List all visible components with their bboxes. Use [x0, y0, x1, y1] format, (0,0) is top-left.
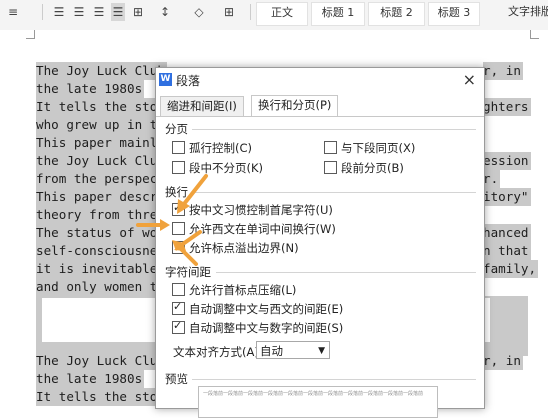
align-justify-icon[interactable]: ☰ [111, 3, 125, 21]
allow-punct-overflow-checkbox[interactable]: 允许标点溢出边界(N) [172, 238, 299, 256]
section-line-break: 换行 [165, 185, 188, 199]
doc-line: family, [483, 260, 539, 278]
paragraph-dialog: W 段落 × 缩进和间距(I) 换行和分页(P) 分页 孤行控制(C) 与下段同… [155, 67, 485, 418]
text-layout-button[interactable]: 文字排版 [500, 2, 548, 24]
keep-with-next-checkbox[interactable]: 与下段同页(X) [324, 140, 415, 156]
style-preview-glyph: ー [336, 0, 348, 6]
doc-line: r, in [483, 352, 523, 370]
dialog-title-bar[interactable]: W 段落 × [156, 68, 484, 92]
align-center-icon[interactable]: ☰ [72, 3, 86, 21]
margin-mark [530, 30, 539, 39]
allow-word-wrap-checkbox[interactable]: 允许西文在单词中间换行(W) [172, 221, 336, 237]
checkbox[interactable] [324, 161, 337, 174]
margin-mark [26, 30, 35, 39]
doc-line: hanced [483, 224, 531, 242]
doc-line: the late 1980s [36, 370, 145, 388]
doc-line: self-consciousnes [36, 242, 167, 260]
section-pagination: 分页 [165, 122, 188, 136]
checkbox-label: 孤行控制(C) [189, 141, 253, 155]
checkbox-label: 段中不分页(K) [189, 161, 264, 175]
doc-line: It tells the story [36, 98, 175, 116]
preview-text: 一段落前一段落前一段落前一段落前一段落前一段落前一段落前一段落前一段落前一段落前… [203, 391, 424, 397]
doc-line: The status of wom [36, 224, 167, 242]
first-last-char-checkbox[interactable]: 按中文习惯控制首尾字符(U) [172, 200, 333, 218]
checkbox[interactable] [172, 141, 185, 154]
checkbox[interactable] [172, 238, 185, 254]
text-alignment-label: 文本对齐方式(A): [173, 345, 263, 359]
bullets-icon[interactable]: ≡ [6, 3, 20, 21]
checkbox[interactable] [172, 222, 185, 235]
checkbox-label: 自动调整中文与数字的间距(S) [189, 321, 344, 335]
checkbox-label: 允许行首标点压缩(L) [189, 283, 297, 297]
checkbox-label: 与下段同页(X) [341, 141, 416, 155]
style-normal[interactable]: 正文 [256, 2, 308, 26]
separator [42, 4, 43, 20]
tab-line-page-breaks[interactable]: 换行和分页(P) [251, 95, 339, 116]
doc-line: ghters [483, 98, 531, 116]
doc-line: This paper mainly [36, 134, 167, 152]
checkbox-label: 允许西文在单词中间换行(W) [189, 222, 336, 236]
checkbox-label: 按中文习惯控制首尾字符(U) [189, 203, 333, 217]
doc-line: r, in [483, 62, 523, 80]
compress-punct-checkbox[interactable]: 允许行首标点压缩(L) [172, 282, 296, 298]
style-heading-3[interactable]: 标题 3 [428, 2, 480, 26]
doc-line: The Joy Luck Club [36, 352, 167, 370]
doc-line: itory" [483, 188, 531, 206]
checkbox[interactable] [172, 200, 185, 216]
divider [192, 379, 476, 380]
preview-box: 一段落前一段落前一段落前一段落前一段落前一段落前一段落前一段落前一段落前一段落前… [198, 386, 438, 418]
checkbox[interactable] [172, 299, 185, 315]
divider [216, 272, 476, 273]
doc-line: and only women th [36, 278, 167, 296]
doc-line: The Joy Luck Club [36, 62, 167, 80]
tab-indents-spacing[interactable]: 缩进和间距(I) [160, 96, 244, 116]
distributed-align-icon[interactable]: ⊞ [131, 3, 145, 21]
doc-line: the Joy Luck Club [36, 152, 167, 170]
checkbox[interactable] [172, 161, 185, 174]
doc-line: from the perspect [36, 170, 167, 188]
doc-line: theory from three [36, 206, 167, 224]
shading-icon[interactable]: ◇ [192, 3, 206, 21]
wps-logo-icon: W [159, 73, 172, 86]
checkbox[interactable] [324, 141, 337, 154]
align-right-icon[interactable]: ☰ [92, 3, 106, 21]
separator [250, 4, 251, 20]
preview-label: 预览 [165, 372, 188, 386]
align-left-icon[interactable]: ☰ [52, 3, 66, 21]
doc-line: This paper descr [36, 188, 160, 206]
style-label: 标题 1 [321, 6, 355, 19]
doc-line: who grew up in th [36, 116, 167, 134]
keep-lines-together-checkbox[interactable]: 段中不分页(K) [172, 160, 263, 176]
style-label: 标题 2 [380, 6, 413, 19]
doc-line: n that [483, 242, 531, 260]
doc-line: r. [483, 170, 501, 188]
divider [192, 129, 476, 130]
line-spacing-icon[interactable]: ↕ [158, 3, 172, 21]
divider [192, 192, 476, 193]
widow-control-checkbox[interactable]: 孤行控制(C) [172, 140, 252, 156]
section-char-spacing: 字符间距 [165, 265, 211, 279]
checkbox-label: 自动调整中文与西文的间距(E) [189, 302, 344, 316]
close-icon[interactable]: × [463, 70, 476, 89]
style-preview-glyph: ー [390, 0, 402, 6]
checkbox-label: 允许标点溢出边界(N) [189, 241, 299, 255]
checkbox[interactable] [172, 283, 185, 296]
style-label: 标题 3 [437, 6, 471, 19]
checkbox-label: 段前分页(B) [341, 161, 404, 175]
ribbon-toolbar: ≡ ☰ ☰ ☰ ☰ ⊞ ↕ ◇ ⊞ 正文 标题 1 标题 2 标题 3 ー ー … [0, 0, 548, 31]
page-break-before-checkbox[interactable]: 段前分页(B) [324, 160, 404, 176]
dialog-tabs: 缩进和间距(I) 换行和分页(P) [156, 94, 484, 117]
doc-line: it is inevitable f [36, 260, 175, 278]
dialog-title: 段落 [176, 74, 201, 88]
chevron-down-icon: ▼ [318, 346, 325, 356]
auto-cn-num-spacing-checkbox[interactable]: 自动调整中文与数字的间距(S) [172, 318, 344, 336]
checkbox[interactable] [172, 318, 185, 334]
doc-line: ession [483, 152, 531, 170]
text-alignment-select[interactable]: 自动 ▼ [256, 341, 330, 359]
doc-line: It tells the stor [36, 388, 167, 406]
doc-line: the late 1980s [36, 80, 145, 98]
select-value: 自动 [260, 344, 283, 358]
borders-icon[interactable]: ⊞ [222, 3, 236, 21]
auto-cn-en-spacing-checkbox[interactable]: 自动调整中文与西文的间距(E) [172, 299, 344, 317]
